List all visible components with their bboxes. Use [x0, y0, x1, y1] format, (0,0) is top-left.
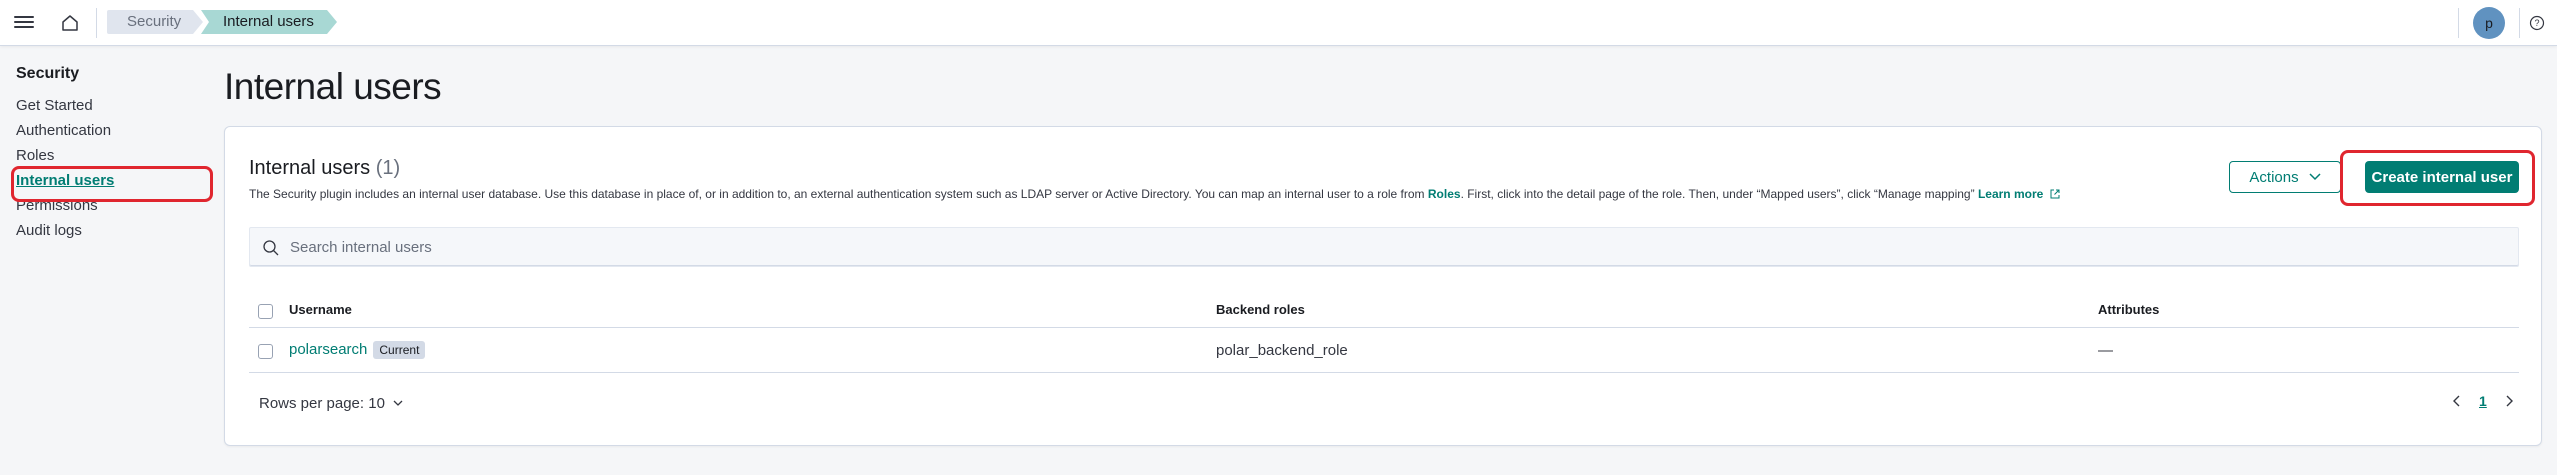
sidebar-title: Security	[16, 65, 80, 82]
backend-roles-cell: polar_backend_role	[1216, 342, 1348, 359]
chevron-down-icon	[393, 400, 403, 406]
breadcrumb-security[interactable]: Security	[107, 10, 203, 34]
chevron-left-icon[interactable]	[2451, 394, 2463, 408]
roles-link[interactable]: Roles	[1428, 187, 1461, 201]
top-header: Security Internal users p ?	[0, 0, 2557, 46]
breadcrumb: Security Internal users	[107, 10, 337, 34]
username-link[interactable]: polarsearch	[289, 341, 367, 358]
table-row: polarsearch Current	[289, 341, 426, 360]
panel-title: Internal users (1)	[249, 157, 400, 180]
panel-description: The Security plugin includes an internal…	[249, 187, 2060, 201]
pagination: 1	[2451, 393, 2515, 409]
sidebar-item-roles[interactable]: Roles	[16, 147, 54, 164]
internal-users-panel: Internal users (1) The Security plugin i…	[224, 126, 2542, 446]
select-all-checkbox[interactable]	[258, 304, 273, 319]
column-header-username[interactable]: Username	[289, 302, 352, 317]
help-icon[interactable]: ?	[2527, 13, 2547, 33]
breadcrumb-internal-users: Internal users	[201, 10, 337, 34]
user-count: (1)	[375, 157, 401, 179]
actions-button[interactable]: Actions	[2229, 161, 2341, 193]
search-bar	[249, 227, 2519, 267]
sidebar-item-audit-logs[interactable]: Audit logs	[16, 222, 82, 239]
highlight-box	[2340, 150, 2535, 206]
home-icon[interactable]	[58, 11, 82, 35]
column-header-backend-roles[interactable]: Backend roles	[1216, 302, 1305, 317]
table-divider	[249, 372, 2519, 373]
page-title: Internal users	[224, 66, 442, 107]
learn-more-link[interactable]: Learn more	[1978, 187, 2043, 201]
search-icon	[263, 240, 279, 256]
actions-label: Actions	[2249, 168, 2299, 186]
header-divider	[2458, 8, 2459, 38]
column-header-attributes[interactable]: Attributes	[2098, 302, 2159, 317]
current-badge: Current	[373, 341, 426, 360]
header-divider	[96, 8, 97, 38]
sidebar-item-get-started[interactable]: Get Started	[16, 97, 93, 114]
rows-per-page-selector[interactable]: Rows per page: 10	[259, 395, 403, 412]
table-divider	[249, 327, 2519, 328]
menu-icon[interactable]	[14, 13, 34, 31]
panel-title-text: Internal users	[249, 157, 371, 179]
description-text-2: . First, click into the detail page of t…	[1460, 187, 1978, 201]
sidebar-item-authentication[interactable]: Authentication	[16, 122, 111, 139]
description-text: The Security plugin includes an internal…	[249, 187, 1428, 201]
search-input[interactable]	[290, 228, 2490, 266]
highlight-box	[11, 166, 213, 202]
external-link-icon	[2050, 189, 2060, 199]
page-button-1[interactable]: 1	[2479, 393, 2487, 409]
chevron-down-icon	[2309, 173, 2321, 181]
attributes-cell: —	[2098, 342, 2113, 359]
row-checkbox[interactable]	[258, 344, 273, 359]
svg-text:?: ?	[2534, 18, 2539, 28]
avatar[interactable]: p	[2473, 7, 2505, 39]
rows-per-page-label: Rows per page: 10	[259, 395, 385, 412]
chevron-right-icon[interactable]	[2503, 394, 2515, 408]
header-divider	[2519, 8, 2520, 38]
